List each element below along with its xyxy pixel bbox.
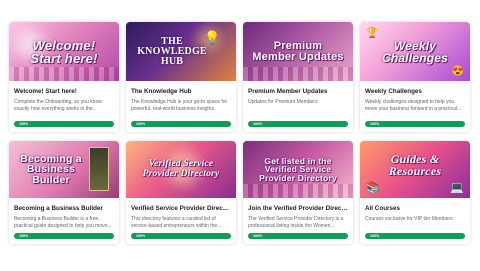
thumbnail-banner: THE KNOWLEDGE HUB — [137, 35, 207, 67]
progress-bar: 100% — [365, 233, 465, 239]
course-thumbnail: Verified Service Provider Directory — [126, 141, 236, 198]
progress-bar: 100% — [131, 121, 231, 127]
course-thumbnail: 🏆 😍 Weekly Challenges — [360, 22, 470, 81]
course-thumbnail: 💡 THE KNOWLEDGE HUB — [126, 22, 236, 81]
thumbnail-banner: Welcome! Start here! — [30, 37, 98, 66]
course-card-knowledge-hub[interactable]: 💡 THE KNOWLEDGE HUB The Knowledge Hub Th… — [126, 22, 236, 132]
thumbnail-banner: Get listed in the Verified Service Provi… — [259, 155, 337, 183]
course-description: The Verified Service Provider Directory … — [248, 216, 344, 230]
course-description: The Knowledge Hub is your go-to space fo… — [131, 99, 228, 114]
progress-label: 100% — [370, 122, 380, 126]
course-thumbnail: 📚 💻 Guides & Resources — [360, 141, 470, 198]
course-card-all-courses[interactable]: 📚 💻 Guides & Resources All Courses Cours… — [360, 141, 470, 244]
course-thumbnail: Welcome! Start here! — [9, 22, 119, 81]
course-card-weekly-challenges[interactable]: 🏆 😍 Weekly Challenges Weekly Challenges … — [360, 22, 470, 132]
progress-bar: 100% — [131, 233, 231, 239]
course-thumbnail: Get listed in the Verified Service Provi… — [243, 141, 353, 198]
thumbnail-banner: Verified Service Provider Directory — [142, 159, 220, 179]
course-card-welcome[interactable]: Welcome! Start here! Welcome! Start here… — [9, 22, 119, 132]
course-thumbnail: Becoming a Business Builder — [9, 141, 119, 198]
course-title: Premium Member Updates — [248, 88, 328, 95]
laptop-icon: 💻 — [450, 182, 464, 194]
progress-bar: 100% — [248, 233, 348, 239]
course-description: Weekly challenges designed to help you m… — [365, 99, 462, 113]
books-icon: 📚 — [366, 182, 380, 194]
progress-label: 100% — [19, 234, 29, 238]
course-grid: Welcome! Start here! Welcome! Start here… — [9, 22, 471, 244]
progress-label: 100% — [253, 122, 263, 126]
book-cover-icon — [89, 147, 109, 191]
trophy-icon: 🏆 — [366, 28, 379, 39]
progress-label: 100% — [253, 234, 263, 238]
progress-label: 100% — [19, 122, 29, 126]
thumbnail-banner: Weekly Challenges — [381, 38, 449, 65]
progress-label: 100% — [136, 122, 146, 126]
thumbnail-banner: Guides & Resources — [388, 151, 442, 178]
course-description: Courses exclusive for VIP tier Members — [365, 216, 453, 222]
course-title: Join the Verified Provider Directory — [248, 205, 348, 212]
progress-label: 100% — [370, 234, 380, 238]
course-description: Complete the Onboarding, so you know exa… — [14, 99, 102, 113]
course-thumbnail: Premium Member Updates — [243, 22, 353, 81]
course-card-join-directory[interactable]: Get listed in the Verified Service Provi… — [243, 141, 353, 244]
course-card-premium-updates[interactable]: Premium Member Updates Premium Member Up… — [243, 22, 353, 132]
progress-bar: 100% — [365, 121, 465, 127]
course-card-business-builder[interactable]: Becoming a Business Builder Becoming a B… — [9, 141, 119, 244]
course-title: The Knowledge Hub — [131, 88, 192, 95]
emoji-icon: 😍 — [451, 66, 464, 77]
course-title: Welcome! Start here! — [14, 88, 77, 95]
progress-bar: 100% — [14, 121, 114, 127]
course-description: This directory features a curated list o… — [131, 216, 222, 230]
course-title: Verified Service Provider Directory — [131, 205, 231, 212]
course-description: Becoming a Business Builder is a free, p… — [14, 216, 112, 230]
course-title: Weekly Challenges — [365, 88, 422, 95]
progress-label: 100% — [136, 234, 146, 238]
thumbnail-banner: Becoming a Business Builder — [20, 152, 82, 186]
course-card-verified-directory[interactable]: Verified Service Provider Directory Veri… — [126, 141, 236, 244]
course-title: All Courses — [365, 205, 400, 212]
progress-bar: 100% — [248, 121, 348, 127]
progress-bar: 100% — [14, 233, 114, 239]
course-description: Updates for Premium Members — [248, 99, 318, 105]
course-title: Becoming a Business Builder — [14, 205, 103, 212]
thumbnail-banner: Premium Member Updates — [252, 39, 344, 63]
